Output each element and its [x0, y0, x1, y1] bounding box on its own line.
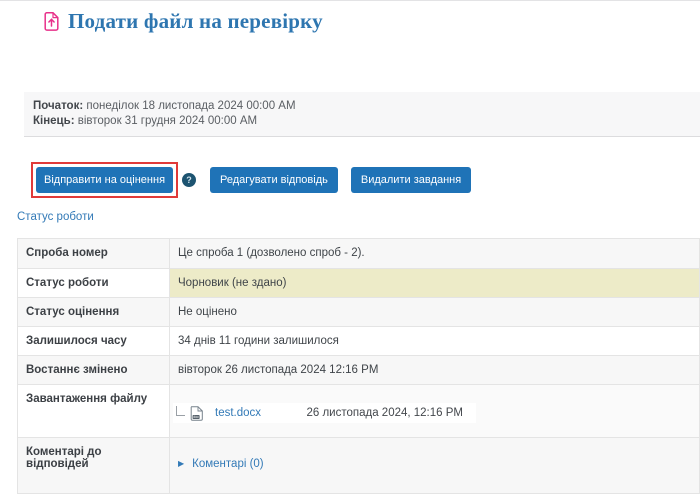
file-upload-date: 26 листопада 2024, 12:16 PM	[306, 407, 463, 419]
submitted-file-row: doc test.docx 26 листопада 2024, 12:16 P…	[173, 403, 476, 423]
end-date-label: Кінець:	[33, 115, 75, 127]
upload-file-icon	[44, 12, 59, 31]
row-label: Статус роботи	[18, 269, 170, 298]
start-date-line: Початок: понеділок 18 листопада 2024 00:…	[33, 99, 700, 114]
end-date-line: Кінець: вівторок 31 грудня 2024 00:00 AM	[33, 114, 700, 129]
row-label: Статус оцінення	[18, 298, 170, 327]
row-value: Не оцінено	[170, 298, 700, 327]
svg-text:doc: doc	[193, 415, 199, 419]
comments-cell: ▶ Коментарі (0)	[170, 438, 700, 494]
table-row-attempt: Спроба номер Це спроба 1 (дозволено спро…	[18, 239, 700, 269]
end-date-value: вівторок 31 грудня 2024 00:00 AM	[78, 115, 257, 127]
page-title: Подати файл на перевірку	[68, 9, 323, 34]
table-row-comments: Коментарі до відповідей ▶ Коментарі (0)	[18, 438, 700, 494]
row-label: Востаннє змінено	[18, 356, 170, 385]
help-icon[interactable]: ?	[182, 173, 196, 187]
comments-link[interactable]: Коментарі (0)	[192, 458, 263, 470]
action-buttons-row: Відправити на оцінення ? Редагувати відп…	[31, 162, 471, 198]
submitted-file-link[interactable]: test.docx	[215, 407, 261, 419]
row-value: вівторок 26 листопада 2024 12:16 PM	[170, 356, 700, 385]
row-label: Спроба номер	[18, 239, 170, 269]
submit-for-grading-button[interactable]: Відправити на оцінення	[36, 167, 173, 193]
caret-right-icon: ▶	[178, 460, 184, 468]
annotation-highlight-box: Відправити на оцінення	[31, 162, 178, 198]
delete-submission-button[interactable]: Видалити завдання	[351, 167, 471, 193]
document-icon: doc	[190, 406, 203, 421]
assignment-dates-box: Початок: понеділок 18 листопада 2024 00:…	[24, 92, 700, 137]
table-row-submission-status: Статус роботи Чорновик (не здано)	[18, 269, 700, 298]
start-date-label: Початок:	[33, 100, 83, 112]
row-label: Залишилося часу	[18, 327, 170, 356]
row-label: Коментарі до відповідей	[18, 438, 170, 494]
table-row-grading-status: Статус оцінення Не оцінено	[18, 298, 700, 327]
top-divider	[0, 0, 700, 1]
table-row-last-modified: Востаннє змінено вівторок 26 листопада 2…	[18, 356, 700, 385]
submission-status-link[interactable]: Статус роботи	[17, 211, 94, 223]
row-value: Це спроба 1 (дозволено спроб - 2).	[170, 239, 700, 269]
file-cell: doc test.docx 26 листопада 2024, 12:16 P…	[170, 385, 700, 438]
start-date-value: понеділок 18 листопада 2024 00:00 AM	[86, 100, 295, 112]
row-label: Завантаження файлу	[18, 385, 170, 438]
comments-toggle[interactable]: ▶ Коментарі (0)	[178, 458, 691, 470]
edit-submission-button[interactable]: Редагувати відповідь	[210, 167, 338, 193]
table-row-file-submissions: Завантаження файлу doc test.docx	[18, 385, 700, 438]
submission-status-value: Чорновик (не здано)	[170, 269, 700, 298]
page-header: Подати файл на перевірку	[44, 9, 323, 34]
submission-status-table: Спроба номер Це спроба 1 (дозволено спро…	[17, 238, 700, 494]
assignment-page: Подати файл на перевірку Початок: понеді…	[0, 0, 700, 502]
row-value: 34 днів 11 години залишилося	[170, 327, 700, 356]
tree-connector-icon	[176, 406, 185, 416]
table-row-time-remaining: Залишилося часу 34 днів 11 години залиши…	[18, 327, 700, 356]
